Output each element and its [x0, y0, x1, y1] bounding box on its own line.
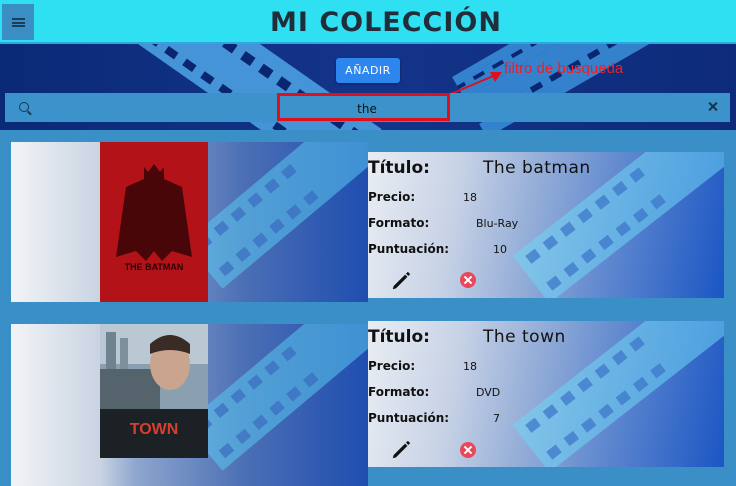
title-label: Título:: [368, 158, 430, 178]
annotation-highlight-box: [277, 93, 450, 121]
score-label: Puntuación:: [368, 242, 450, 256]
movie-poster: TOWN: [100, 324, 208, 458]
score-value: 10: [493, 243, 507, 256]
delete-icon[interactable]: [460, 442, 476, 458]
page-title: MI COLECCIÓN: [270, 7, 502, 38]
poster-panel: THE BATMAN: [11, 142, 368, 304]
format-label: Formato:: [368, 385, 430, 399]
movie-card: THE BATMAN Título: The batman Precio: 18…: [0, 132, 736, 304]
annotation-label: filtro de busqueda: [504, 60, 624, 77]
format-value: Blu-Ray: [476, 217, 519, 230]
price-value: 18: [463, 360, 477, 373]
hamburger-icon: [11, 17, 25, 27]
info-panel: Título: The town Precio: 18 Formato: DVD…: [368, 321, 724, 467]
movie-card: TOWN Título: The town Precio: 18 Formato…: [0, 302, 736, 486]
app-header: MI COLECCIÓN: [0, 0, 736, 44]
movie-title: The town: [483, 327, 566, 347]
poster-title-text: TOWN: [130, 421, 179, 438]
title-label: Título:: [368, 327, 430, 347]
close-icon[interactable]: [705, 99, 721, 115]
menu-button[interactable]: [2, 4, 34, 40]
price-label: Precio:: [368, 190, 416, 204]
info-panel: Título: The batman Precio: 18 Formato: B…: [368, 152, 724, 298]
delete-icon[interactable]: [460, 272, 476, 288]
add-button[interactable]: AÑADIR: [336, 58, 400, 83]
search-icon: [19, 102, 29, 112]
movie-title: The batman: [483, 158, 591, 178]
poster-title-text: THE BATMAN: [125, 262, 184, 272]
score-label: Puntuación:: [368, 411, 450, 425]
price-label: Precio:: [368, 359, 416, 373]
score-value: 7: [493, 412, 500, 425]
poster-panel: TOWN: [11, 324, 368, 486]
edit-icon[interactable]: [390, 439, 412, 461]
format-label: Formato:: [368, 216, 430, 230]
price-value: 18: [463, 191, 477, 204]
format-value: DVD: [476, 386, 501, 399]
edit-icon[interactable]: [390, 270, 412, 292]
movie-poster: THE BATMAN: [100, 142, 208, 302]
